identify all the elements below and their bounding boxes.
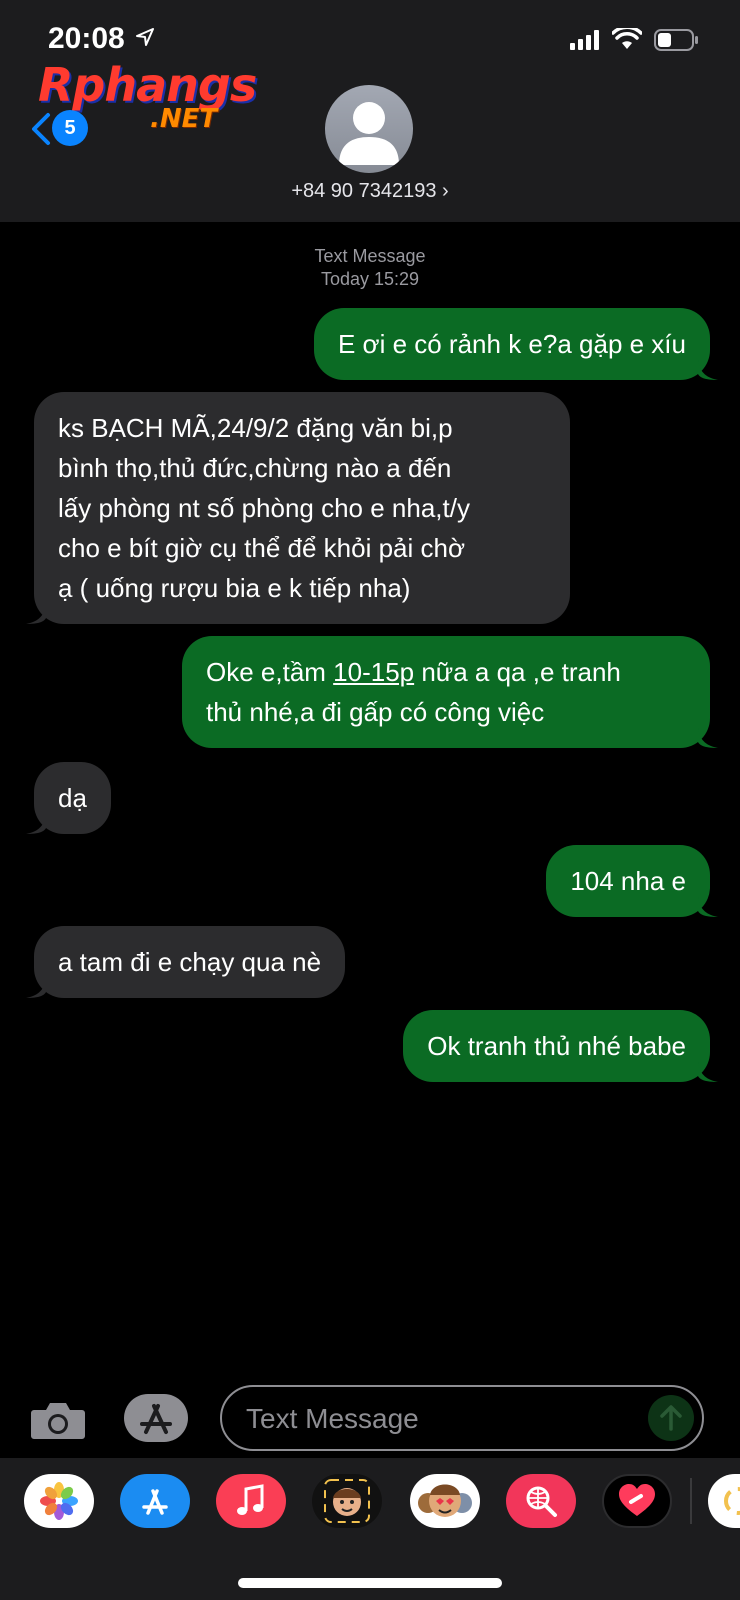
store-partial-icon (724, 1487, 740, 1515)
home-indicator[interactable] (238, 1578, 502, 1588)
message-input[interactable]: Text Message (220, 1385, 704, 1451)
message-line: cho e bít giờ cụ thể để khỏi pải chờ (58, 533, 466, 563)
send-button[interactable] (648, 1395, 694, 1441)
app-store-a-icon (142, 1489, 168, 1515)
message-sent[interactable]: Oke e,tầm 10-15p nữa a qa ,e tranh thủ n… (182, 636, 718, 748)
message-received[interactable]: a tam đi e chạy qua nè (26, 926, 346, 998)
globe-search-icon (526, 1486, 557, 1517)
memoji-face-icon (324, 1479, 370, 1523)
thread-type-label: Text Message (314, 246, 426, 266)
message-sent[interactable]: 104 nha e (546, 845, 718, 917)
message-sent[interactable]: Ok tranh thủ nhé babe (403, 1010, 718, 1082)
wifi-icon (612, 28, 642, 49)
message-text: nữa a qa ,e tranh (414, 657, 621, 687)
memoji-icon[interactable] (312, 1474, 382, 1528)
bubble-tail (26, 604, 46, 624)
location-arrow-icon (136, 28, 154, 46)
message-line: bình thọ,thủ đức,chừng nào a đến (58, 453, 452, 483)
message-received[interactable]: dạ (26, 762, 111, 834)
person-silhouette-icon (339, 102, 399, 165)
conversation-header: 20:08 Rphangs .NET 5 +84 90 7342193 › (0, 0, 740, 222)
message-line: ạ ( uống rượu bia e k tiếp nha) (58, 573, 411, 603)
message-received[interactable]: ks BẠCH MÃ,24/9/2 đặng văn bi,p bình thọ… (26, 392, 570, 624)
music-note-icon (237, 1484, 264, 1515)
more-icon[interactable] (708, 1474, 740, 1528)
watermark-main-text: Rphangs (38, 58, 257, 112)
photos-flower-icon (40, 1482, 78, 1520)
bubble-tail (698, 728, 718, 748)
message-text: dạ (58, 783, 87, 813)
web-search-icon[interactable] (506, 1474, 576, 1528)
digital-touch-icon[interactable] (602, 1474, 672, 1528)
message-text: E ơi e có rảnh k e?a gặp e xíu (337, 329, 686, 359)
bubble-tail (698, 1062, 718, 1082)
thread-date: Today 15:29 (320, 269, 420, 289)
bubble-tail (698, 360, 718, 380)
status-time: 20:08 (48, 22, 125, 55)
animoji-faces-icon (418, 1484, 472, 1517)
watermark-sub-text: .NET (150, 104, 218, 134)
message-line: lấy phòng nt số phòng cho e nha,t/y (58, 493, 470, 523)
time-range-link[interactable]: 10-15p (333, 657, 414, 687)
message-line: thủ nhé,a đi gấp có công việc (206, 697, 545, 727)
bubble-tail (698, 897, 718, 917)
contact-avatar[interactable] (325, 85, 413, 173)
app-store-drawer-icon[interactable] (124, 1394, 188, 1442)
bubble-tail (26, 978, 46, 998)
cellular-signal-icon (570, 30, 599, 50)
tray-divider (690, 1478, 692, 1524)
heart-touch-icon (619, 1484, 655, 1516)
camera-icon[interactable] (30, 1400, 86, 1440)
message-text: Oke e,tầm (206, 657, 334, 687)
animoji-icon[interactable] (410, 1474, 480, 1528)
message-line: ks BẠCH MÃ,24/9/2 đặng văn bi,p (58, 413, 453, 443)
message-text: a tam đi e chạy qua nè (58, 947, 322, 977)
back-chevron-icon[interactable] (30, 112, 52, 146)
arrow-up-icon (660, 1405, 682, 1431)
message-input-placeholder: Text Message (246, 1403, 419, 1434)
music-icon[interactable] (216, 1474, 286, 1528)
message-line: Oke e,tầm 10-15p nữa a qa ,e tranh (206, 652, 686, 692)
bubble-tail (26, 814, 46, 834)
app-store-icon[interactable] (120, 1474, 190, 1528)
thread-meta: Text Message Today 15:29 (0, 245, 740, 291)
message-text: 104 nha e (570, 866, 686, 896)
unread-count-badge[interactable]: 5 (52, 110, 88, 146)
battery-icon (654, 29, 698, 51)
photos-icon[interactable] (24, 1474, 94, 1528)
message-sent[interactable]: E ơi e có rảnh k e?a gặp e xíu (313, 308, 718, 380)
message-text: Ok tranh thủ nhé babe (427, 1031, 686, 1061)
contact-number[interactable]: +84 90 7342193 › (0, 180, 740, 203)
